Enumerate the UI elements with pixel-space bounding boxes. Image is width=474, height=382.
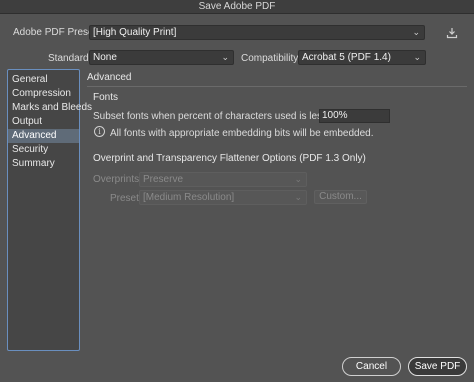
chevron-down-icon: ⌄: [294, 174, 302, 184]
sidebar-item-advanced[interactable]: Advanced: [8, 129, 79, 143]
chevron-down-icon: ⌄: [221, 52, 229, 62]
overprints-select[interactable]: Preserve ⌄: [139, 172, 307, 187]
panel-divider: [87, 86, 467, 87]
compatibility-select[interactable]: Acrobat 5 (PDF 1.4) ⌄: [298, 50, 426, 65]
sidebar-item-summary[interactable]: Summary: [8, 157, 79, 171]
sidebar-item-security[interactable]: Security: [8, 143, 79, 157]
chevron-down-icon: ⌄: [412, 27, 420, 37]
compatibility-value: Acrobat 5 (PDF 1.4): [302, 52, 391, 63]
subset-percent-input[interactable]: 100%: [319, 109, 390, 123]
panel-title: Advanced: [87, 72, 132, 83]
flattener-preset-select[interactable]: [Medium Resolution] ⌄: [139, 190, 307, 205]
info-icon: i: [94, 126, 105, 137]
standard-value: None: [93, 52, 117, 63]
fonts-heading: Fonts: [93, 92, 119, 103]
flattener-preset-value: [Medium Resolution]: [143, 192, 235, 203]
subset-label: Subset fonts when percent of characters …: [93, 111, 353, 122]
overprints-label: Overprints:: [93, 174, 142, 185]
preset-value: [High Quality Print]: [93, 27, 177, 38]
sidebar-item-marks-and-bleeds[interactable]: Marks and Bleeds: [8, 101, 92, 115]
overprints-value: Preserve: [143, 174, 184, 185]
sidebar-item-output[interactable]: Output: [8, 115, 79, 129]
flattener-preset-label: Preset:: [110, 193, 142, 204]
save-preset-icon[interactable]: [446, 27, 458, 39]
preset-label: Adobe PDF Preset:: [13, 27, 100, 38]
standard-label: Standard:: [48, 53, 92, 64]
overprint-heading: Overprint and Transparency Flattener Opt…: [93, 153, 366, 164]
custom-button[interactable]: Custom...: [314, 190, 367, 204]
window-title: Save Adobe PDF: [0, 0, 474, 14]
chevron-down-icon: ⌄: [413, 52, 421, 62]
chevron-down-icon: ⌄: [294, 192, 302, 202]
sidebar-item-compression[interactable]: Compression: [8, 87, 79, 101]
sidebar-item-general[interactable]: General: [8, 73, 79, 87]
standard-select[interactable]: None ⌄: [89, 50, 234, 65]
embed-info-text: All fonts with appropriate embedding bit…: [110, 128, 374, 139]
compatibility-label: Compatibility:: [241, 53, 302, 64]
preset-select[interactable]: [High Quality Print] ⌄: [89, 25, 425, 40]
cancel-button[interactable]: Cancel: [342, 357, 401, 376]
sidebar: General Compression Marks and Bleeds Out…: [7, 69, 92, 351]
save-pdf-button[interactable]: Save PDF: [408, 357, 467, 376]
